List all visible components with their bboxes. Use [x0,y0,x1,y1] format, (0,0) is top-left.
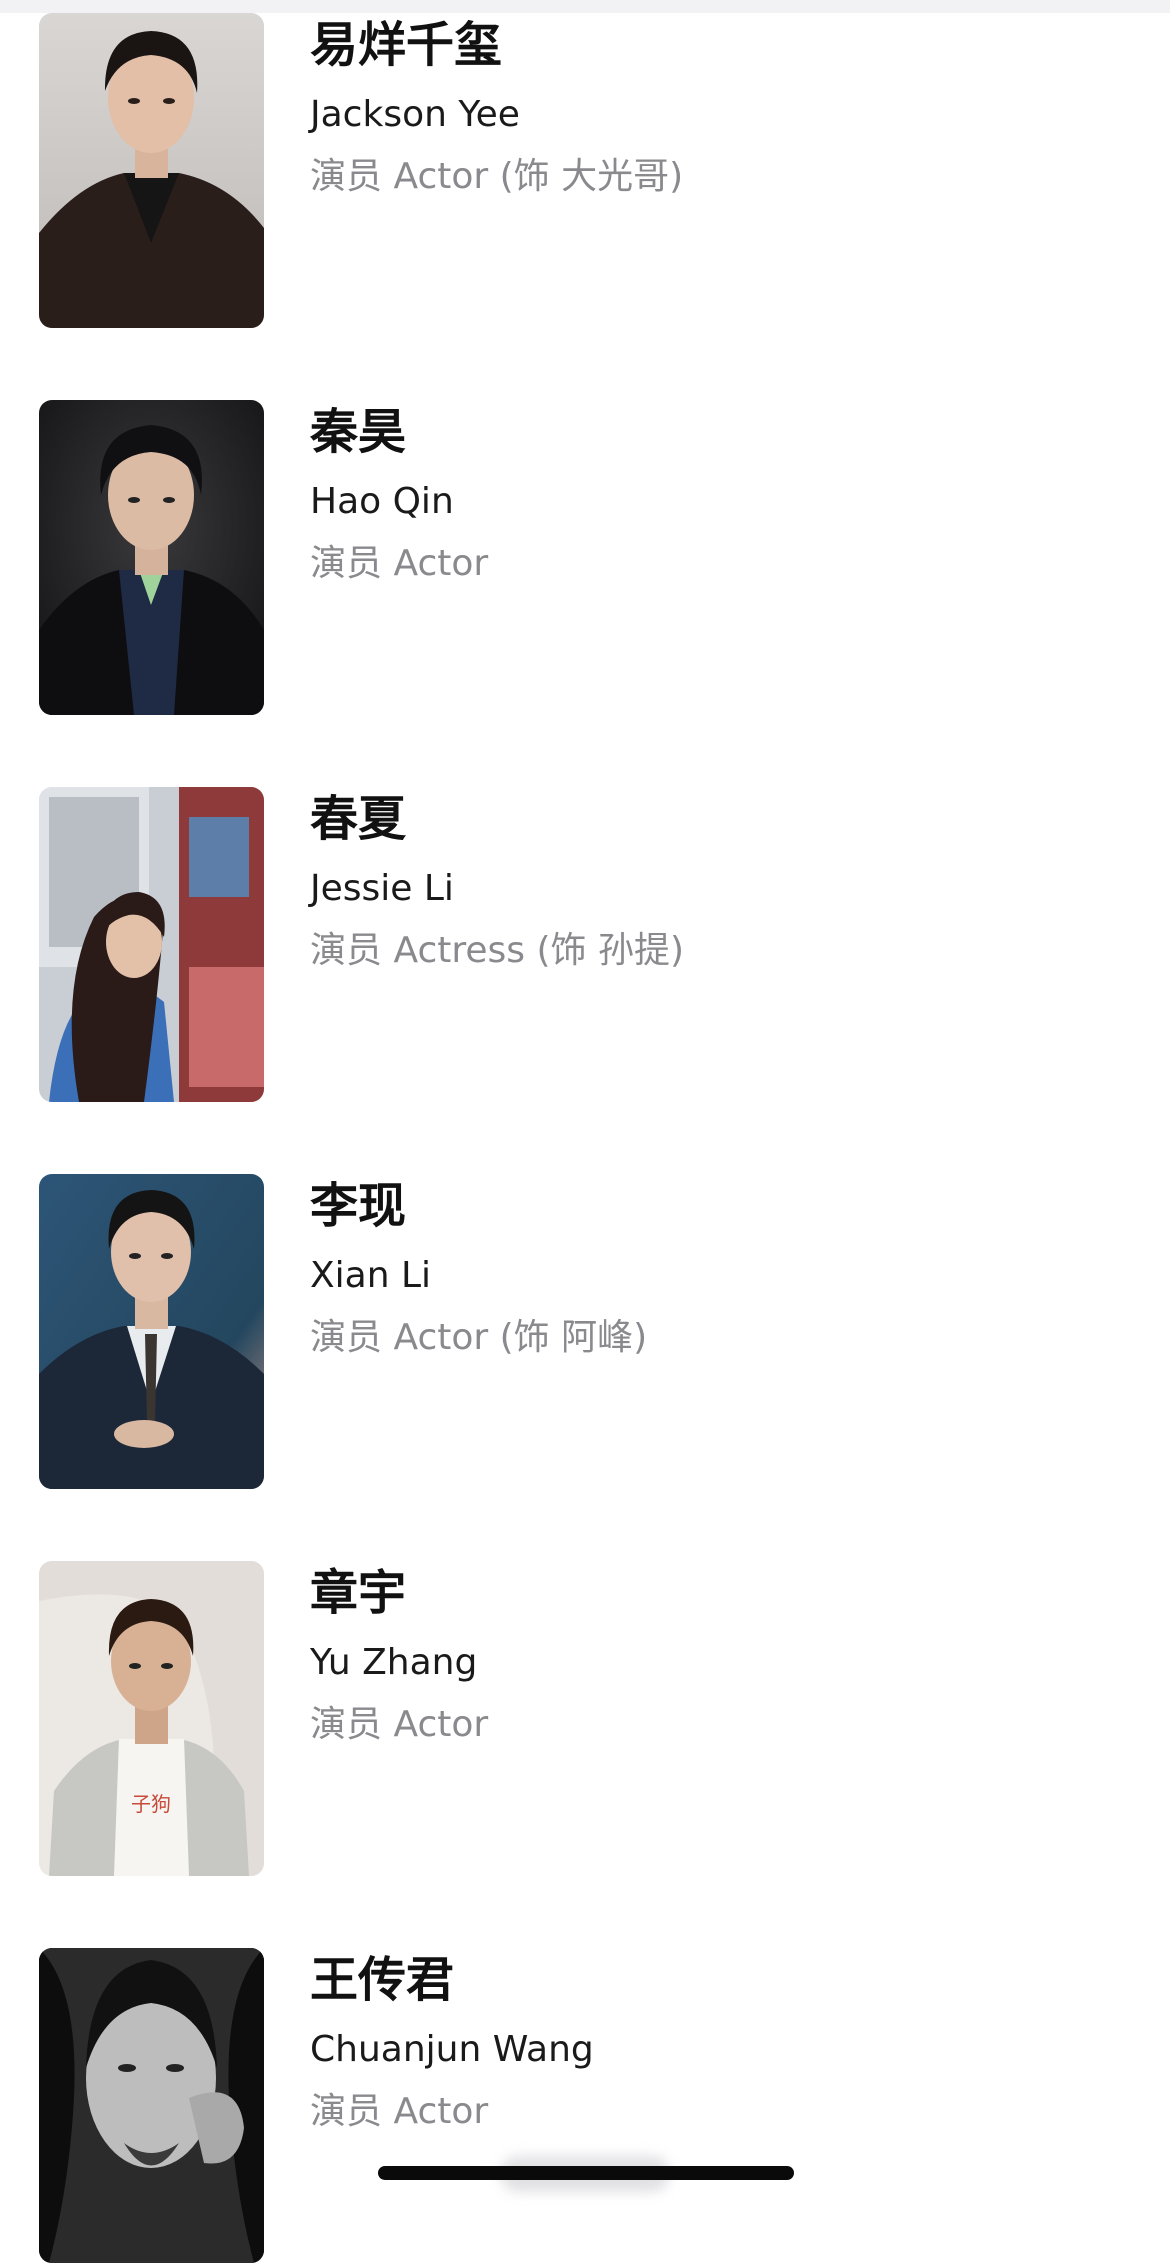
actor-portrait[interactable] [39,1948,264,2263]
actor-name-en: Chuanjun Wang [310,2029,594,2070]
actor-name-en: Xian Li [310,1255,432,1296]
portrait-photo-icon [39,787,264,1102]
actor-name-zh: 春夏 [310,791,407,847]
actor-role: 演员 Actor [310,2091,489,2132]
portrait-photo-icon [39,1174,264,1489]
actor-name-zh: 秦昊 [310,404,407,460]
home-indicator-bar[interactable] [378,2166,794,2180]
actor-portrait[interactable] [39,787,264,1102]
status-bar-remnant [0,0,1170,13]
actor-portrait[interactable] [39,1174,264,1489]
actor-portrait[interactable] [39,400,264,715]
actor-role: 演员 Actor (饰 阿峰) [310,1317,648,1358]
actor-name-en: Jessie Li [310,868,454,909]
portrait-photo-icon [39,400,264,715]
cast-list-item[interactable]: 李现 Xian Li 演员 Actor (饰 阿峰) [0,1174,1170,1490]
cast-list-item[interactable]: 秦昊 Hao Qin 演员 Actor [0,400,1170,716]
cast-list-item[interactable]: 子狗 章宇 Yu Zhang 演员 Actor [0,1561,1170,1877]
portrait-photo-icon [39,1948,264,2263]
cast-list-item[interactable]: 易烊千玺 Jackson Yee 演员 Actor (饰 大光哥) [0,13,1170,329]
actor-portrait[interactable] [39,13,264,328]
actor-portrait[interactable]: 子狗 [39,1561,264,1876]
actor-name-zh: 章宇 [310,1565,407,1621]
actor-name-zh: 易烊千玺 [310,17,503,73]
actor-role: 演员 Actor (饰 大光哥) [310,156,684,197]
actor-name-en: Jackson Yee [310,94,520,135]
actor-name-zh: 王传君 [310,1952,455,2008]
actor-role: 演员 Actress (饰 孙提) [310,930,684,971]
svg-text:子狗: 子狗 [131,1792,171,1816]
actor-name-en: Yu Zhang [310,1642,478,1683]
actor-name-en: Hao Qin [310,481,454,522]
cast-list-item[interactable]: 王传君 Chuanjun Wang 演员 Actor [0,1948,1170,2264]
actor-role: 演员 Actor [310,543,489,584]
portrait-photo-icon: 子狗 [39,1561,264,1876]
cast-list-item[interactable]: 春夏 Jessie Li 演员 Actress (饰 孙提) [0,787,1170,1103]
actor-role: 演员 Actor [310,1704,489,1745]
portrait-photo-icon [39,13,264,328]
actor-name-zh: 李现 [310,1178,407,1234]
